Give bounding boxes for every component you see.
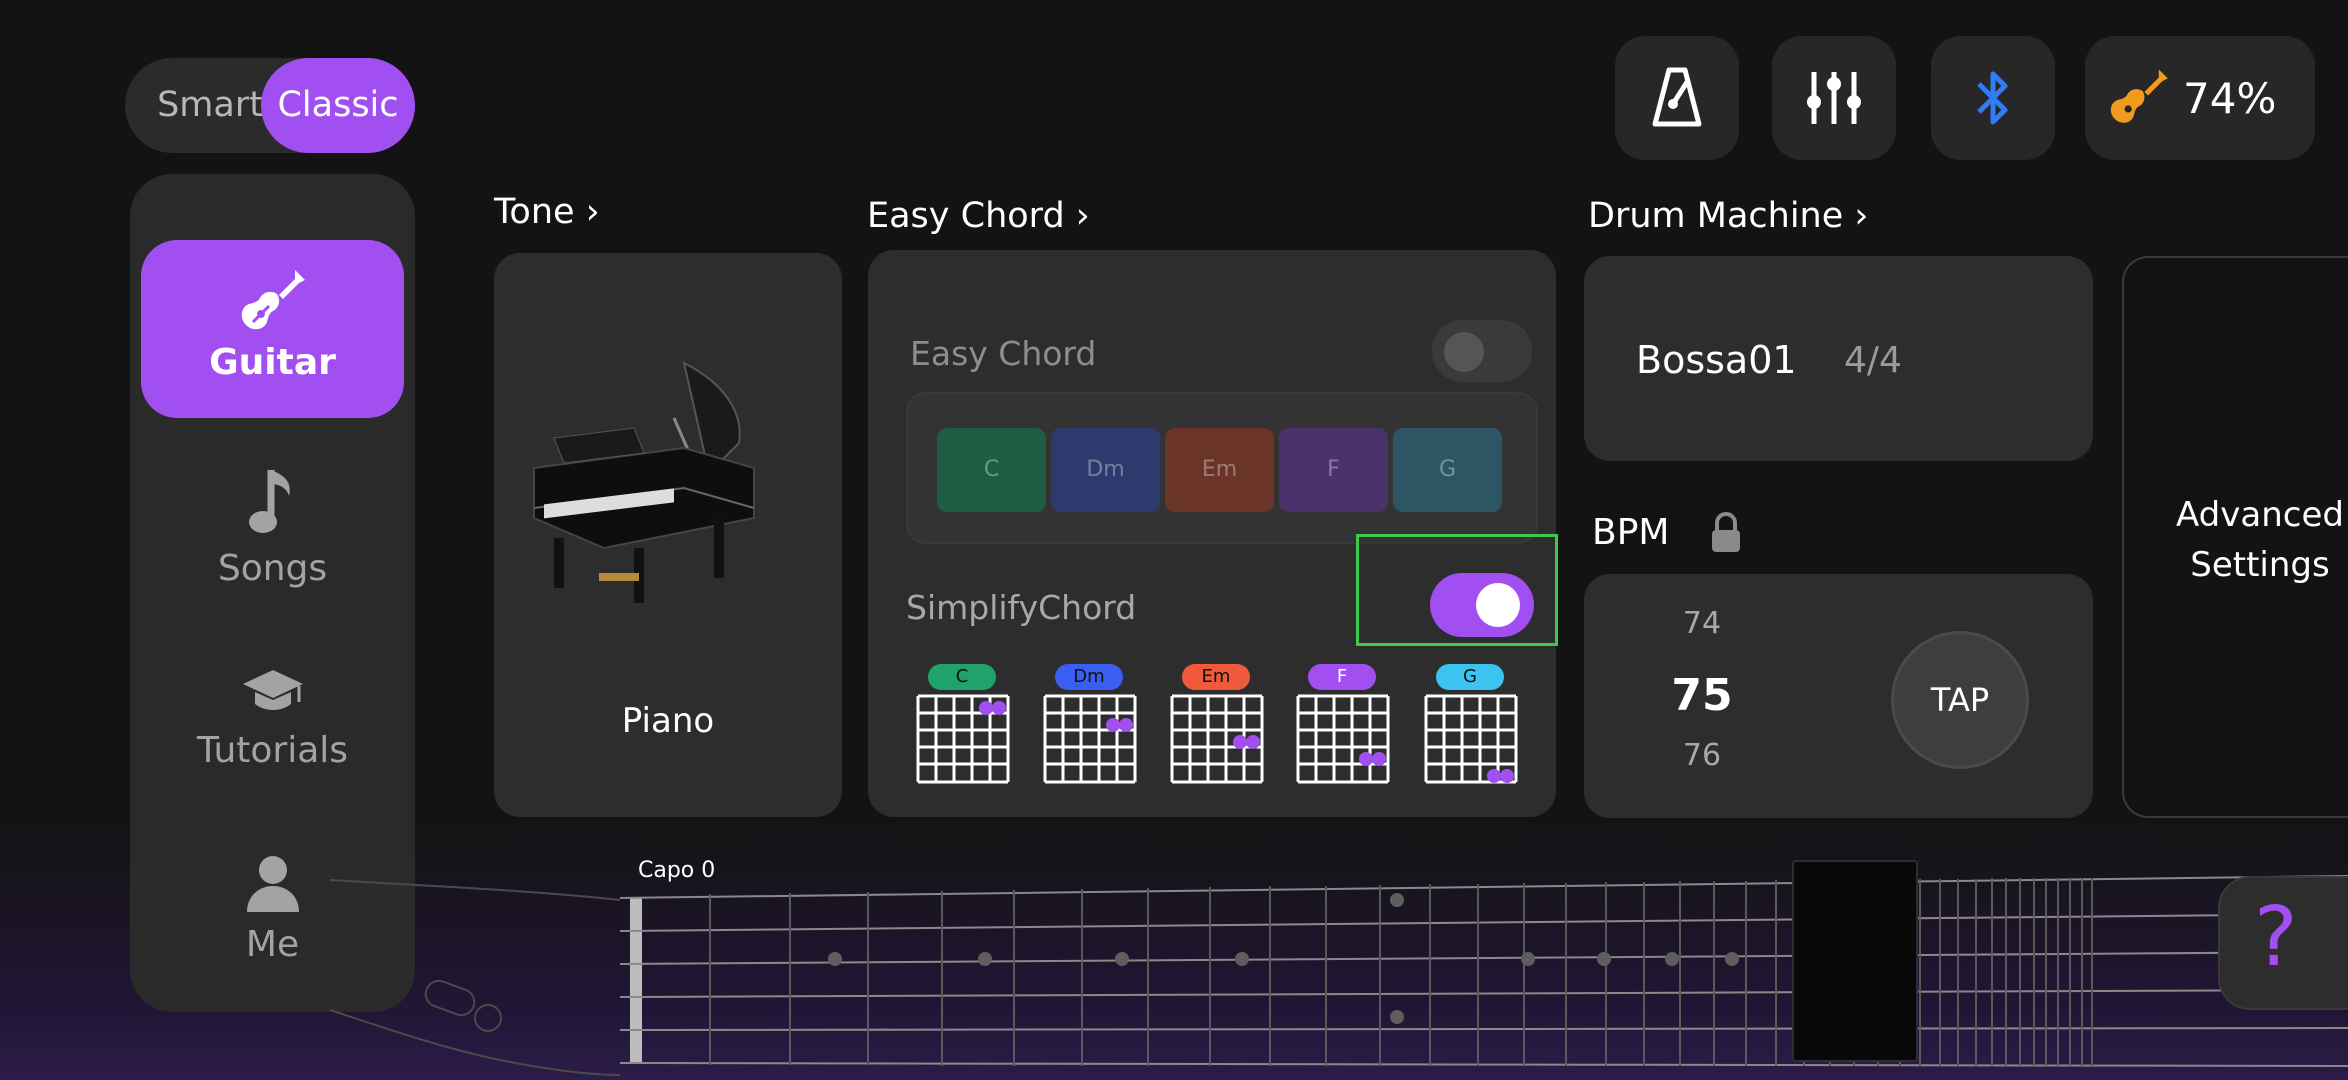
- bpm-prev-value[interactable]: 74: [1642, 606, 1762, 641]
- mixer-button[interactable]: [1772, 36, 1896, 160]
- drum-machine-title-label: Drum Machine: [1588, 196, 1844, 236]
- easy-chord-pad-em[interactable]: Em: [1165, 428, 1274, 512]
- tone-title[interactable]: Tone ›: [494, 192, 600, 232]
- advanced-settings-line1: Advanced: [2176, 495, 2344, 535]
- easy-chord-title[interactable]: Easy Chord ›: [867, 196, 1090, 236]
- easy-chord-pad-dm[interactable]: Dm: [1051, 428, 1160, 512]
- guitar-icon: [241, 270, 305, 330]
- graduation-cap-icon: [242, 670, 303, 710]
- battery-percent: 74%: [2183, 74, 2277, 123]
- chord-grid-icon: [1296, 694, 1390, 784]
- tap-button[interactable]: TAP: [1891, 631, 2029, 769]
- chord-grid-icon: [916, 694, 1010, 784]
- chord-chip-dm: Dm: [1055, 664, 1123, 690]
- fretboard-viewport-handle[interactable]: [1792, 860, 1918, 1062]
- drum-pattern-name: Bossa01: [1636, 338, 1797, 382]
- easy-chord-toggle-label: Easy Chord: [910, 334, 1097, 373]
- advanced-settings-line2: Settings: [2190, 545, 2330, 585]
- chevron-right-icon: ›: [1064, 196, 1090, 236]
- bluetooth-icon: [1977, 71, 2008, 125]
- bpm-current-value[interactable]: 75: [1642, 670, 1762, 721]
- chevron-right-icon: ›: [574, 192, 600, 232]
- help-button[interactable]: ?: [2218, 876, 2348, 1010]
- tone-instrument-label: Piano: [621, 701, 715, 741]
- easy-chord-pad-f[interactable]: F: [1279, 428, 1388, 512]
- easy-chord-pad-g[interactable]: G: [1393, 428, 1502, 512]
- tone-title-label: Tone: [494, 192, 575, 232]
- chevron-right-icon: ›: [1843, 196, 1869, 236]
- bluetooth-button[interactable]: [1931, 36, 2055, 160]
- chord-grid-icon: [1424, 694, 1518, 784]
- chord-chip-c: C: [928, 664, 996, 690]
- fretboard[interactable]: [330, 860, 2348, 1080]
- sidebar-item-tutorials[interactable]: Tutorials: [141, 610, 404, 788]
- chord-chip-f: F: [1308, 664, 1376, 690]
- piano-image: [533, 361, 755, 603]
- metronome-button[interactable]: [1615, 36, 1739, 160]
- music-note-icon: [248, 470, 290, 533]
- chord-grid-icon: [1170, 694, 1264, 784]
- chord-chip-g: G: [1436, 664, 1504, 690]
- mode-classic-option[interactable]: Classic: [261, 58, 415, 153]
- easy-chord-pad-c[interactable]: C: [937, 428, 1046, 512]
- sliders-icon: [1807, 72, 1861, 124]
- question-icon: ?: [2254, 890, 2298, 985]
- toggle-knob: [1476, 583, 1520, 627]
- sidebar-item-songs[interactable]: Songs: [141, 424, 404, 602]
- drum-time-signature: 4/4: [1844, 340, 1902, 381]
- sidebar-item-label: Songs: [217, 548, 328, 589]
- tone-card[interactable]: Piano: [494, 253, 842, 817]
- toggle-knob: [1444, 332, 1484, 372]
- mode-toggle[interactable]: Smart Classic: [125, 58, 415, 153]
- advanced-settings-card[interactable]: Advanced Settings: [2122, 256, 2348, 818]
- sidebar-item-guitar[interactable]: Guitar: [141, 240, 404, 418]
- chord-grid-icon: [1043, 694, 1137, 784]
- simplify-chord-label: SimplifyChord: [906, 588, 1137, 627]
- person-icon: [246, 856, 299, 912]
- easy-chord-toggle[interactable]: [1432, 320, 1532, 382]
- easy-chord-title-label: Easy Chord: [867, 196, 1065, 236]
- simplify-chord-toggle[interactable]: [1430, 573, 1534, 637]
- sidebar-item-label: Tutorials: [196, 730, 349, 771]
- drum-pattern-card[interactable]: Bossa01 4/4: [1584, 256, 2093, 461]
- metronome-icon: [1652, 67, 1702, 127]
- sidebar-item-label: Guitar: [209, 342, 336, 383]
- bpm-next-value[interactable]: 76: [1642, 738, 1762, 773]
- chord-chip-em: Em: [1182, 664, 1250, 690]
- mode-smart-option[interactable]: Smart: [145, 58, 275, 153]
- lock-icon[interactable]: [1710, 510, 1742, 554]
- bpm-label: BPM: [1592, 512, 1670, 553]
- guitar-orange-icon: [2110, 69, 2168, 123]
- drum-machine-title[interactable]: Drum Machine ›: [1588, 196, 1868, 236]
- guitar-battery-button[interactable]: 74%: [2085, 36, 2315, 160]
